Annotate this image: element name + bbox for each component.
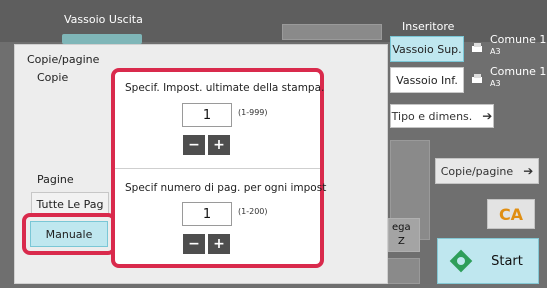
manual-button[interactable]: Manuale [30, 221, 108, 247]
pages-range: (1-200) [238, 207, 268, 216]
upper-tray-type: Comune 1 [490, 33, 547, 46]
paper-stack-icon [472, 43, 482, 52]
copies-count-field[interactable]: 1 [182, 103, 232, 127]
lower-tray-size: A3 [490, 79, 501, 88]
upper-tray-label: Vassoio Sup. [392, 42, 462, 56]
background-faded-text-1: ega [392, 222, 411, 233]
upper-tray-button[interactable]: Vassoio Sup. [390, 36, 464, 62]
copies-minus-button[interactable]: − [183, 135, 205, 155]
output-tray-label: Vassoio Uscita [64, 13, 143, 26]
copies-pages-label: Copie/pagine [440, 164, 514, 178]
copies-section-label: Copie [37, 71, 69, 84]
type-size-button[interactable]: Tipo e dimens. ➔ [390, 104, 494, 128]
lower-tray-type: Comune 1 [490, 65, 547, 78]
lower-tray-info: Comune 1 A3 [490, 66, 546, 90]
panel-divider [115, 168, 320, 169]
upper-tray-size: A3 [490, 47, 501, 56]
start-icon [449, 249, 473, 273]
background-faded-text-2: Z [398, 236, 405, 247]
pages-panel-label: Specif numero di pag. per ogni impost [125, 182, 327, 194]
lower-tray-button[interactable]: Vassoio Inf. [390, 67, 464, 93]
arrow-right-icon: ➔ [523, 164, 534, 178]
background-ghost-bar [282, 24, 382, 40]
copies-range: (1-999) [238, 108, 268, 117]
start-button[interactable]: Start [437, 238, 539, 284]
inserter-label: Inseritore [402, 20, 455, 33]
paper-stack-icon [472, 74, 482, 83]
type-size-label: Tipo e dimens. [391, 109, 473, 123]
copies-plus-button[interactable]: + [208, 135, 230, 155]
dialog-title: Copie/pagine [27, 53, 100, 66]
output-tray-indicator [62, 34, 142, 44]
lower-tray-label: Vassoio Inf. [396, 73, 458, 87]
pages-plus-button[interactable]: + [208, 234, 230, 254]
copies-panel-label: Specif. Impost. ultimate della stampa. [125, 82, 325, 94]
copies-pages-button[interactable]: Copie/pagine ➔ [435, 158, 539, 184]
start-label: Start [491, 253, 523, 269]
settings-panel: Specif. Impost. ultimate della stampa. 1… [111, 68, 327, 268]
upper-tray-info: Comune 1 A3 [490, 34, 546, 58]
all-pages-label: Tutte Le Pag [36, 197, 104, 211]
arrow-right-icon: ➔ [482, 109, 493, 123]
pages-minus-button[interactable]: − [183, 234, 205, 254]
pages-section-label: Pagine [37, 173, 74, 186]
manual-label: Manuale [45, 227, 93, 241]
pages-count-field[interactable]: 1 [182, 202, 232, 226]
clear-all-button[interactable]: CA [487, 199, 535, 229]
